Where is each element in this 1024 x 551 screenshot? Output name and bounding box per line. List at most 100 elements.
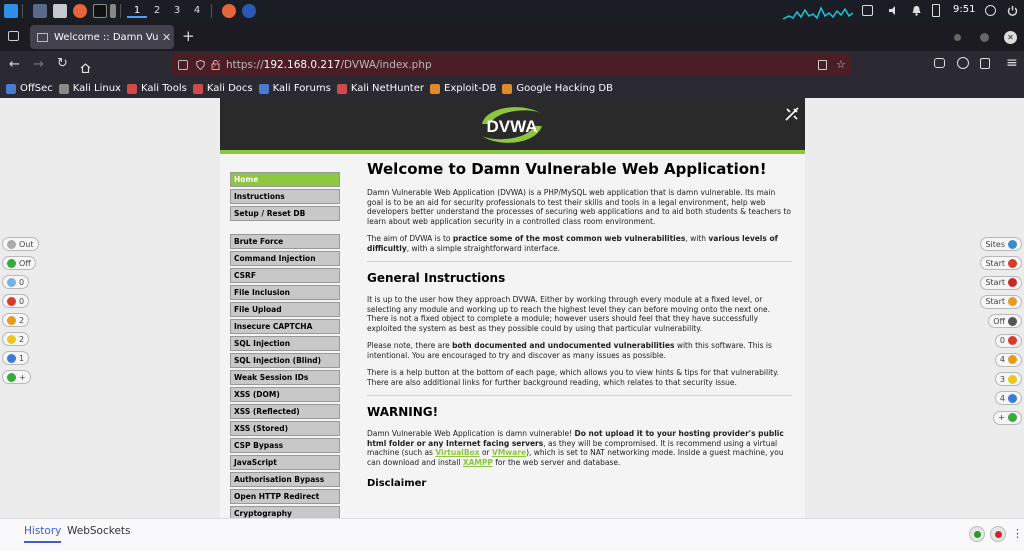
maximize-window-icon[interactable] — [980, 33, 989, 42]
right-pill-3[interactable]: Start — [980, 294, 1022, 309]
bookmark-kali-tools[interactable]: Kali Tools — [126, 83, 187, 94]
lock-screen-icon[interactable] — [985, 5, 996, 16]
minimize-window-icon[interactable] — [954, 34, 961, 41]
menu-item-sql-injection-blind[interactable]: SQL Injection (Blind) — [230, 353, 340, 368]
extensions-icon[interactable] — [980, 58, 990, 69]
bookmark-favicon-icon — [58, 83, 69, 94]
right-pill-0[interactable]: Sites — [980, 237, 1022, 251]
menu-item-home[interactable]: Home — [230, 172, 340, 187]
site-info-icon[interactable] — [178, 60, 188, 70]
menu-item-file-inclusion[interactable]: File Inclusion — [230, 285, 340, 300]
kali-menu-icon[interactable] — [4, 4, 18, 18]
url-bar[interactable]: https://192.168.0.217/DVWA/index.php ☆ — [171, 54, 851, 76]
left-pill-0[interactable]: Out — [2, 237, 39, 251]
left-pill-7[interactable]: + — [2, 370, 31, 384]
notification-bell-icon[interactable] — [911, 5, 922, 16]
desktop-icon[interactable] — [33, 4, 47, 18]
firefox-window-icon[interactable] — [222, 4, 236, 18]
left-pill-4[interactable]: 2 — [2, 313, 30, 327]
workspace-2[interactable]: 2 — [147, 5, 167, 18]
menu-item-weak-session-ids[interactable]: Weak Session IDs — [230, 370, 340, 385]
bookmark-exploit-db[interactable]: Exploit-DB — [430, 83, 496, 94]
menu-item-xss-stored[interactable]: XSS (Stored) — [230, 421, 340, 436]
screen-icon[interactable] — [862, 5, 873, 16]
menu-item-command-injection[interactable]: Command Injection — [230, 251, 340, 266]
devtools-toggle-icon[interactable] — [784, 106, 800, 122]
menu-item-xss-dom[interactable]: XSS (DOM) — [230, 387, 340, 402]
menu-item-authorisation-bypass[interactable]: Authorisation Bypass — [230, 472, 340, 487]
right-pill-1[interactable]: Start — [980, 256, 1022, 271]
insecure-lock-icon[interactable] — [210, 59, 221, 71]
bookmark-google-hacking-db[interactable]: Google Hacking DB — [502, 83, 613, 94]
right-pill-5[interactable]: 0 — [994, 333, 1022, 348]
new-tab-icon[interactable]: + — [182, 27, 195, 45]
bookmark-offsec[interactable]: OffSec — [6, 83, 53, 94]
tracking-shield-icon[interactable] — [195, 59, 206, 71]
menu-item-javascript[interactable]: JavaScript — [230, 455, 340, 470]
pill-label: 2 — [19, 315, 25, 325]
file-manager-icon[interactable] — [53, 4, 67, 18]
left-pill-5[interactable]: 2 — [2, 332, 30, 346]
reload-icon[interactable]: ↻ — [57, 56, 68, 71]
app-menu-icon[interactable]: ≡ — [1006, 55, 1018, 71]
volume-icon[interactable] — [888, 5, 899, 16]
menu-item-open-http-redirect[interactable]: Open HTTP Redirect — [230, 489, 340, 504]
left-pill-2[interactable]: 0 — [2, 275, 30, 289]
terminal-launcher-icon[interactable] — [93, 4, 107, 18]
left-pill-6[interactable]: 1 — [2, 351, 30, 365]
right-pill-7[interactable]: 3 — [994, 372, 1022, 387]
menu-item-xss-reflected[interactable]: XSS (Reflected) — [230, 404, 340, 419]
workspace-4[interactable]: 4 — [187, 5, 207, 18]
right-pill-2[interactable]: Start — [980, 275, 1022, 290]
right-pill-4[interactable]: Off — [988, 314, 1022, 329]
menu-item-file-upload[interactable]: File Upload — [230, 302, 340, 317]
account-icon[interactable] — [957, 57, 969, 69]
home-icon[interactable] — [80, 58, 91, 74]
menu-item-setup-reset-db[interactable]: Setup / Reset DB — [230, 206, 340, 221]
left-pill-3[interactable]: 0 — [2, 294, 30, 308]
tab-websockets[interactable]: WebSockets — [67, 525, 131, 537]
back-icon[interactable]: ← — [9, 57, 20, 72]
panel-menu-icon[interactable]: ⋮ — [1012, 527, 1023, 540]
menu-item-csp-bypass[interactable]: CSP Bypass — [230, 438, 340, 453]
menu-item-instructions[interactable]: Instructions — [230, 189, 340, 204]
bookmark-kali-forums[interactable]: Kali Forums — [258, 83, 331, 94]
forward-icon[interactable]: → — [33, 57, 44, 72]
bookmark-kali-nethunter[interactable]: Kali NetHunter — [336, 83, 424, 94]
firefox-launcher-icon[interactable] — [73, 4, 87, 18]
pill-label: 0 — [999, 336, 1005, 345]
bookmark-kali-linux[interactable]: Kali Linux — [58, 83, 121, 94]
virtualbox-link[interactable]: VirtualBox — [435, 448, 479, 457]
tab-dvwa[interactable]: Welcome :: Damn Vulnera ✕ — [30, 25, 174, 49]
vmware-link[interactable]: VMware — [492, 448, 526, 457]
bookmark-kali-docs[interactable]: Kali Docs — [192, 83, 253, 94]
status-green-icon[interactable] — [969, 526, 985, 542]
menu-item-cryptography[interactable]: Cryptography — [230, 506, 340, 518]
left-pill-1[interactable]: Off — [2, 256, 36, 270]
right-pill-9[interactable]: + — [993, 410, 1022, 425]
battery-icon[interactable] — [932, 4, 940, 17]
menu-item-sql-injection[interactable]: SQL Injection — [230, 336, 340, 351]
reader-view-icon[interactable] — [818, 60, 827, 70]
menu-item-insecure-captcha[interactable]: Insecure CAPTCHA — [230, 319, 340, 334]
power-icon[interactable] — [1007, 5, 1018, 16]
pocket-icon[interactable] — [934, 58, 945, 68]
launcher-menu-icon[interactable] — [110, 4, 116, 18]
right-pill-8[interactable]: 4 — [994, 391, 1022, 406]
menu-item-brute-force[interactable]: Brute Force — [230, 234, 340, 249]
tab-history[interactable]: History — [24, 525, 62, 543]
tab-overview-icon[interactable] — [8, 31, 19, 41]
bookmarks-toolbar: OffSec Kali Linux Kali Tools Kali Docs Kali … — [0, 79, 1024, 98]
workspace-1[interactable]: 1 — [127, 5, 147, 18]
clock[interactable]: 9:51 — [953, 4, 975, 15]
menu-item-csrf[interactable]: CSRF — [230, 268, 340, 283]
bookmark-star-icon[interactable]: ☆ — [836, 58, 846, 71]
right-pill-6[interactable]: 4 — [994, 352, 1022, 367]
burp-window-icon[interactable] — [242, 4, 256, 18]
workspace-3[interactable]: 3 — [167, 5, 187, 18]
status-red-icon[interactable] — [990, 526, 1006, 542]
close-window-icon[interactable]: ✕ — [1004, 31, 1017, 44]
tab-favicon-icon — [37, 32, 48, 42]
xampp-link[interactable]: XAMPP — [463, 458, 493, 467]
close-tab-icon[interactable]: ✕ — [162, 31, 171, 44]
